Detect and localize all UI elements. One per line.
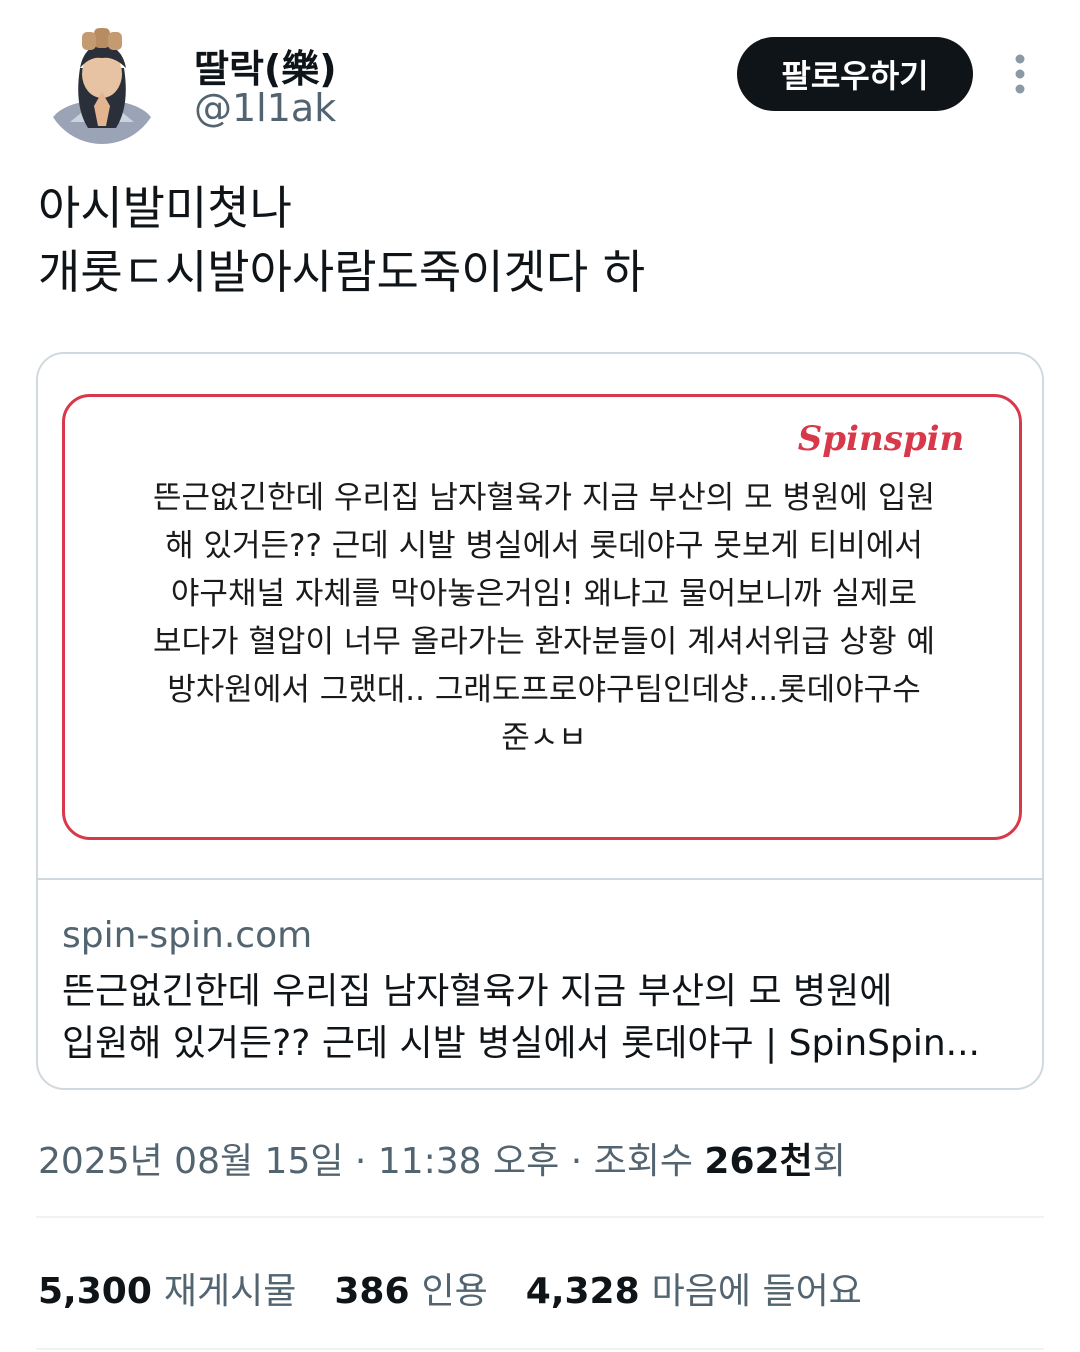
views-suffix: 회 [812,1141,846,1182]
views-count: 262천 [704,1141,813,1182]
quotes-stat[interactable]: 386 인용 [334,1262,487,1314]
more-vertical-icon [1015,54,1025,94]
card-image: Spinspin 뜬근없긴한데 우리집 남자혈육가 지금 부산의 모 병원에 입… [38,354,1042,880]
card-image-line: 야구채널 자체를 막아놓은거임! 왜냐고 물어보니까 실제로 [170,576,918,612]
meta-separator: · [343,1141,378,1182]
tweet-text-line: 아시발미쳣나 [38,181,292,235]
engagement-stats: 5,300 재게시물 386 인용 4,328 마음에 들어요 [38,1262,862,1314]
views-label: 조회수 [593,1141,705,1182]
card-title: 뜬근없긴한데 우리집 남자혈육가 지금 부산의 모 병원에 입원해 있거든?? … [62,966,1022,1070]
user-handle[interactable]: @1l1ak [194,86,336,130]
tweet-time[interactable]: 11:38 오후 [378,1141,559,1182]
tweet-meta: 2025년 08월 15일 · 11:38 오후 · 조회수 262천회 [38,1132,846,1184]
avatar-figure [44,28,160,144]
retweets-label: 재게시물 [163,1271,297,1312]
likes-stat[interactable]: 4,328 마음에 들어요 [526,1262,862,1314]
quotes-count: 386 [334,1271,410,1312]
user-display-name[interactable]: 딸락(樂) [194,38,337,93]
card-info: spin-spin.com 뜬근없긴한데 우리집 남자혈육가 지금 부산의 모 … [62,914,1022,1070]
retweets-stat[interactable]: 5,300 재게시물 [38,1262,296,1314]
card-title-line: 뜬근없긴한데 우리집 남자혈육가 지금 부산의 모 병원에 [62,971,893,1012]
tweet-text: 아시발미쳣나 개롯ㄷ시발아사람도죽이겟다 하 [38,176,1038,304]
card-image-line: 해 있거든?? 근데 시발 병실에서 롯데야구 못보게 티비에서 [165,528,923,564]
follow-button[interactable]: 팔로우하기 [737,37,973,111]
card-image-line: 보다가 혈압이 너무 올라가는 환자분들이 계셔서위급 상황 예 [153,624,935,660]
meta-separator: · [559,1141,594,1182]
more-options-button[interactable] [1006,48,1034,100]
link-card[interactable]: Spinspin 뜬근없긴한데 우리집 남자혈육가 지금 부산의 모 병원에 입… [36,352,1044,1090]
likes-count: 4,328 [525,1271,640,1312]
card-image-line: 방차원에서 그랬대.. 그래도프로야구팀인데샹...롯데야구수 [167,672,921,708]
card-image-line: 뜬근없긴한데 우리집 남자혈육가 지금 부산의 모 병원에 입원 [153,480,935,516]
divider [36,1348,1044,1350]
card-image-text: 뜬근없긴한데 우리집 남자혈육가 지금 부산의 모 병원에 입원 해 있거든??… [104,474,984,762]
retweets-count: 5,300 [38,1271,152,1312]
tweet-date[interactable]: 2025년 08월 15일 [38,1141,343,1182]
card-title-line: 입원해 있거든?? 근데 시발 병실에서 롯데야구 | SpinSpin... [62,1023,980,1064]
card-image-line: 준ㅅㅂ [501,720,587,756]
tweet-header: 딸락(樂) @1l1ak 팔로우하기 [38,28,1048,158]
avatar[interactable] [44,28,160,144]
card-domain: spin-spin.com [62,915,313,956]
spinspin-logo: Spinspin [777,413,985,465]
divider [36,1216,1044,1218]
tweet-text-line: 개롯ㄷ시발아사람도죽이겟다 하 [38,245,646,299]
likes-label: 마음에 들어요 [651,1271,862,1312]
quotes-label: 인용 [421,1271,488,1312]
